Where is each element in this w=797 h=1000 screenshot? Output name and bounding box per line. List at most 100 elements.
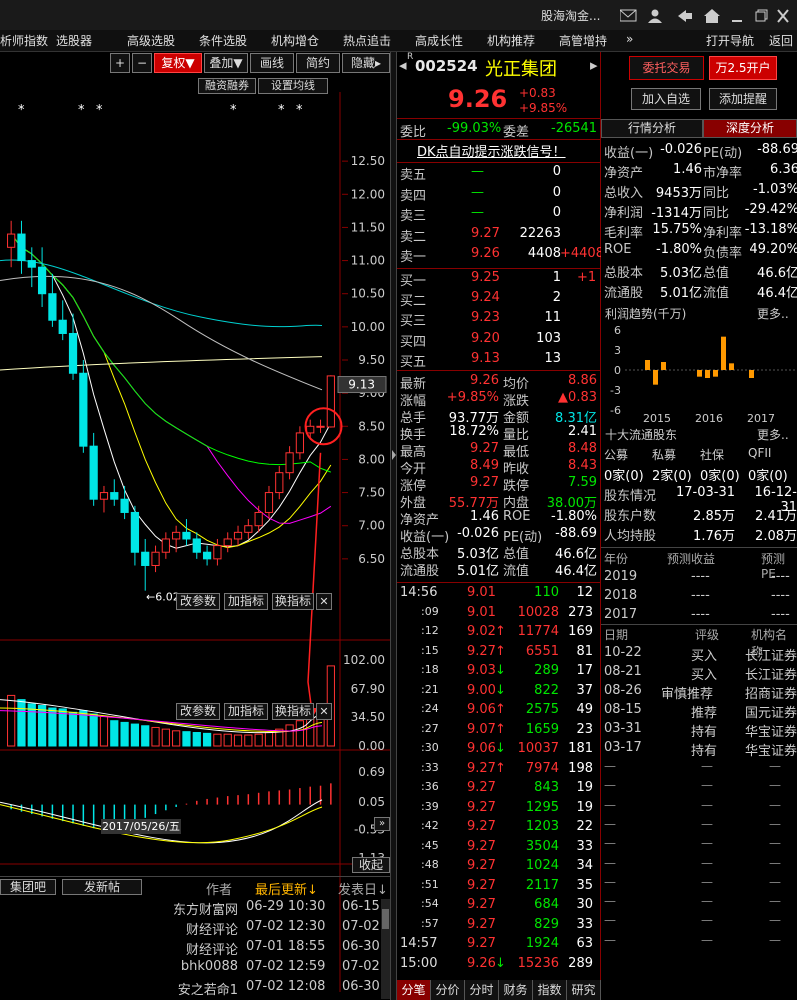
forum-author[interactable]: 财经评论 [150,919,238,938]
volume-bar [110,720,119,747]
y-tick-label: 11.50 [351,220,385,234]
fin-value: -13.18% [744,222,797,237]
add-alert-button[interactable]: 添加提醒 [709,88,777,110]
stat-value: 5.01亿 [457,564,499,579]
scroll-right-icon[interactable]: » [374,817,390,831]
forum-author[interactable]: bhk0088 [150,959,238,974]
y-tick-label: 11.00 [351,254,385,268]
collapse-button[interactable]: 收起 [352,857,390,873]
holders-title: 十大流通股东 [605,428,678,442]
col-last-update[interactable]: 最后更新↓ [255,879,318,898]
menu-item[interactable]: 析师指数 [0,32,48,49]
tick-volume: 843 [534,780,559,795]
fuquan-button[interactable]: 复权▼ [154,53,202,73]
menu-item[interactable]: 热点追击 [343,32,391,49]
menu-item[interactable]: 返回 [769,32,793,49]
candle-body [326,375,335,428]
forum-author[interactable]: 东方财富网 [150,899,238,918]
menu-item[interactable]: 条件选股 [199,32,247,49]
bid-price: 9.23 [471,310,500,326]
tick-volume: 10028 [517,604,559,620]
title-bar: 股海淘金... [0,0,797,30]
profit-year-label: 2016 [695,412,723,424]
more-menu-icon[interactable]: » [626,32,633,46]
volume-bar [244,734,253,747]
fin-value: 49.20% [749,242,797,257]
tab-3[interactable]: 财务 [499,980,533,1000]
profit-more-link[interactable]: 更多.. [757,305,789,322]
new-post-button[interactable]: 发新帖 [62,879,142,895]
next-stock-icon[interactable]: ▸ [590,56,598,74]
tab-5[interactable]: 研究 [567,980,601,1000]
menu-item[interactable]: 打开导航 [706,32,754,49]
bid-label: 买五 [400,354,427,370]
menu-item[interactable]: 机构推荐 [487,32,535,49]
fin-value: -1.03% [753,182,797,197]
hide-button[interactable]: 隐藏▸ [342,53,390,73]
menu-item[interactable]: 高管增持 [559,32,607,49]
forum-link[interactable]: 集团吧 [0,879,56,895]
candle-body [213,545,222,560]
vol-params-button[interactable]: 改参数 [176,593,220,610]
tab-1[interactable]: 分价 [431,980,465,1000]
fin-value: 46.4亿 [757,286,797,301]
forum-scrollbar[interactable] [381,899,390,999]
forum-updated: 06-29 10:30 [246,899,326,914]
minimize-icon[interactable] [732,20,742,22]
empty-row-dash: — [769,913,781,928]
add-watchlist-button[interactable]: 加入自选 [631,88,701,110]
rating-date: 08-15 [604,702,642,717]
menu-item[interactable]: 高级选股 [127,32,175,49]
profit-tick-label: 6 [614,324,621,337]
ask-price: — [471,164,484,179]
close-icon[interactable] [777,9,789,23]
col-author[interactable]: 作者 [206,879,232,898]
vol-close-icon[interactable]: ✕ [316,593,332,610]
back-icon[interactable] [678,10,692,22]
user-icon[interactable] [648,9,662,24]
restore-icon[interactable] [755,9,768,22]
vol-add-indicator-button[interactable]: 加指标 [224,593,268,610]
forum-author[interactable]: 财经评论 [150,939,238,958]
draw-line-button[interactable]: 画线 [250,53,294,73]
tick-volume: 1659 [525,721,559,737]
tick-price: 9.26 [467,955,496,971]
zoom-out-button[interactable]: − [132,53,152,73]
macd-close-icon[interactable]: ✕ [316,703,332,720]
holders-more-link[interactable]: 更多.. [757,426,789,443]
tab-0[interactable]: 分笔 [397,980,431,1000]
tab-2[interactable]: 分时 [465,980,499,1000]
menu-item[interactable]: 高成长性 [415,32,463,49]
vol-switch-indicator-button[interactable]: 换指标 [272,593,314,610]
macd-params-button[interactable]: 改参数 [176,703,220,720]
col-post-date[interactable]: 发表日↓ [338,879,388,898]
empty-row-dash: — [769,932,781,947]
overlay-button[interactable]: 叠加▼ [204,53,248,73]
tab-market-analysis[interactable]: 行情分析 [601,119,703,138]
bid-price: 9.20 [471,330,500,346]
tab-deep-analysis[interactable]: 深度分析 [703,119,797,138]
tab-4[interactable]: 指数 [533,980,567,1000]
volume-bar [7,694,16,747]
tick-time: :45 [421,838,439,852]
analysis-panel: 委托交易 万2.5开户 加入自选 添加提醒 行情分析 深度分析 利润趋势(千万)… [601,52,797,1000]
macd-add-indicator-button[interactable]: 加指标 [224,703,268,720]
forum-author[interactable]: 安之若命1 [150,979,238,998]
menu-item[interactable]: 机构增仓 [271,32,319,49]
prev-stock-icon[interactable]: ◂ [399,56,407,74]
home-icon[interactable] [704,9,720,23]
order-button[interactable]: 委托交易 [629,56,704,80]
menu-item[interactable]: 选股器 [56,32,92,49]
stat-label: 流值 [503,564,530,579]
zoom-in-button[interactable]: + [110,53,130,73]
panel-splitter[interactable] [390,52,397,1000]
mail-icon[interactable] [620,9,637,22]
open-account-button[interactable]: 万2.5开户 [709,56,777,80]
dk-signal-link[interactable]: DK点自动提示涨跌信号！ [417,141,566,161]
simple-button[interactable]: 简约 [296,53,340,73]
macd-tick-label: 0.05 [358,795,385,809]
profit-bar [661,362,666,370]
forecast-eps: ---- [691,569,710,584]
tick-price: 9.02 [467,624,496,639]
macd-switch-indicator-button[interactable]: 换指标 [272,703,314,720]
